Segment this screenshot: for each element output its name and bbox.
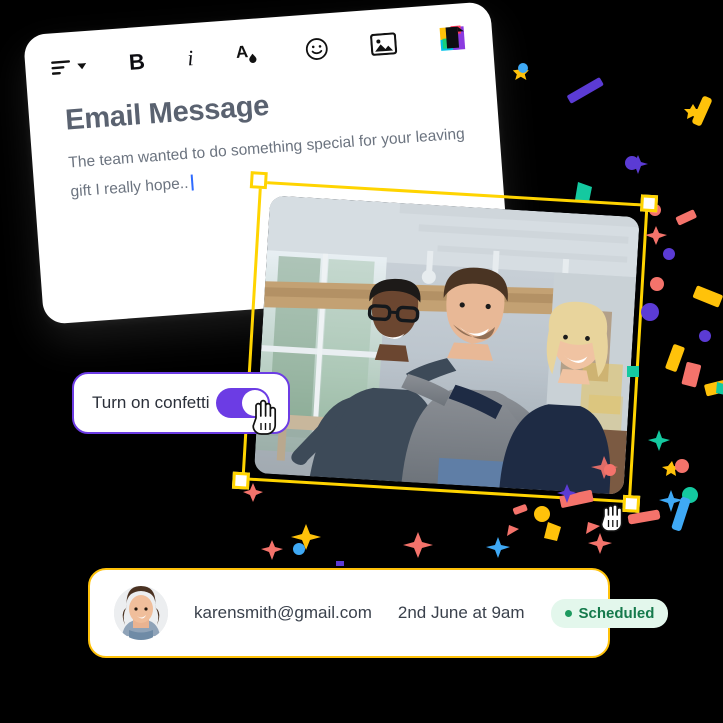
picture-glyph	[370, 32, 398, 56]
resize-handle-top-left[interactable]	[249, 171, 268, 190]
selected-image-group[interactable]	[231, 171, 659, 513]
italic-label: i	[186, 45, 195, 71]
bold-label: B	[127, 48, 146, 75]
bold-button[interactable]: B	[128, 45, 146, 80]
selection-frame	[241, 180, 649, 504]
status-dot-icon	[564, 609, 572, 617]
confetti-icon[interactable]	[438, 21, 467, 57]
toggle-knob	[242, 390, 268, 416]
status-badge: Scheduled	[550, 598, 669, 628]
emoji-icon[interactable]	[303, 31, 329, 67]
avatar-portrait	[114, 586, 168, 640]
resize-handle-top-right[interactable]	[640, 194, 659, 213]
grab-cursor-icon	[600, 504, 623, 532]
chevron-down-icon	[77, 62, 87, 70]
avatar	[114, 586, 168, 640]
text-color-glyph: A	[235, 42, 257, 63]
status-label: Scheduled	[578, 604, 655, 622]
recipient-email: karensmith@gmail.com	[194, 603, 372, 622]
confetti-toggle-switch[interactable]	[216, 388, 277, 435]
confetti-toggle-card[interactable]: Turn on confetti	[72, 372, 290, 435]
screen-root: B i A Email Message The team wanted to d…	[0, 0, 723, 723]
resize-handle-bottom-left[interactable]	[231, 471, 250, 490]
smiley-glyph	[305, 38, 328, 60]
confetti-toggle-label: Turn on confetti	[92, 393, 210, 412]
image-icon[interactable]	[370, 26, 398, 62]
align-icon[interactable]	[50, 49, 87, 85]
confetti-glyph	[439, 25, 466, 51]
text-color-icon[interactable]: A	[235, 36, 263, 72]
svg-text:A: A	[235, 42, 249, 62]
schedule-time: 2nd June at 9am	[397, 603, 525, 622]
text-caret	[190, 174, 194, 191]
align-left-glyph	[51, 60, 71, 75]
recipient-status-bar[interactable]: karensmith@gmail.com 2nd June at 9am Sch…	[88, 568, 669, 658]
italic-button[interactable]: i	[186, 41, 195, 75]
